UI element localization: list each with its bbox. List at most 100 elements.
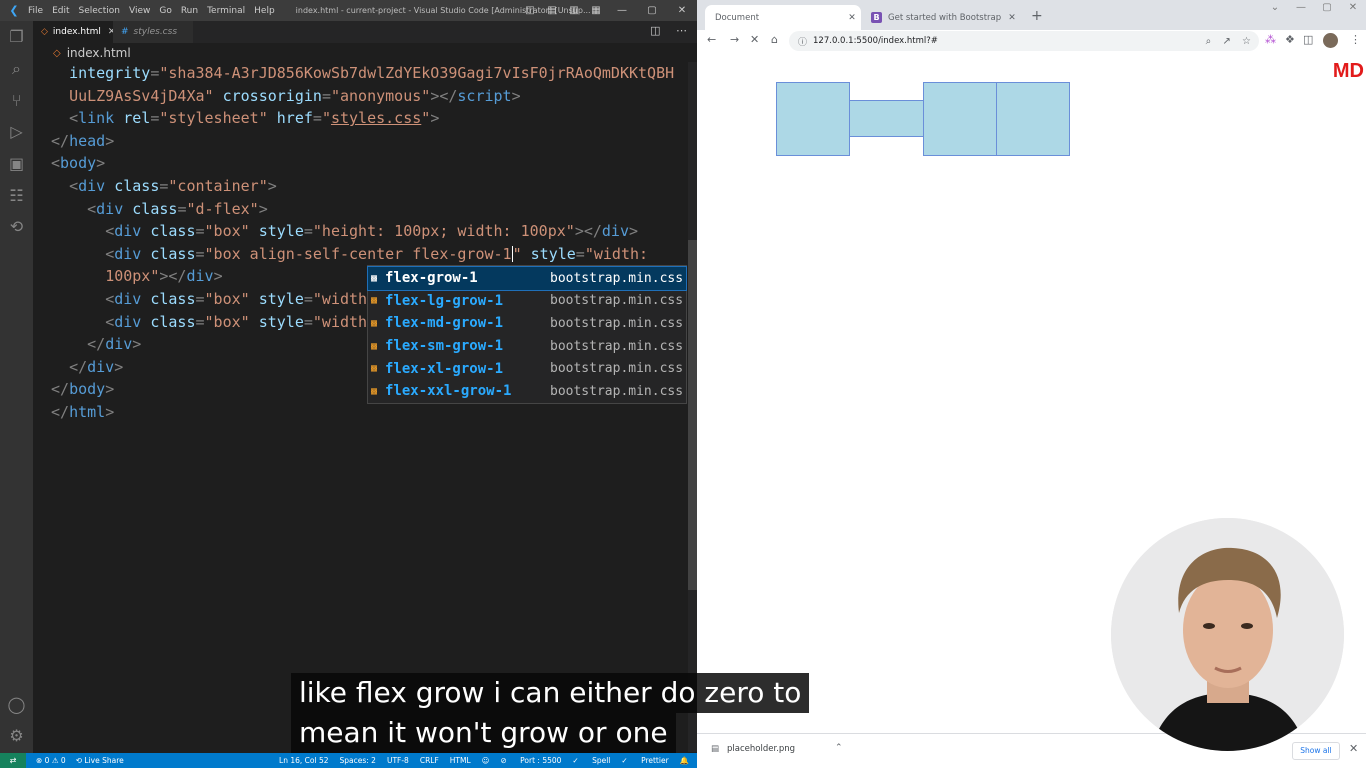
code-line[interactable]: <body> bbox=[51, 152, 105, 175]
layout-toggle-icon[interactable]: ◫ bbox=[519, 5, 541, 16]
show-all-button[interactable]: Show all bbox=[1292, 742, 1340, 760]
breadcrumb-file[interactable]: index.html bbox=[67, 46, 131, 60]
code-line[interactable]: 100px"></div> bbox=[51, 265, 222, 288]
code-line[interactable]: </body> bbox=[51, 378, 114, 401]
zoom-icon[interactable]: ⌕ bbox=[1206, 36, 1212, 47]
indentation[interactable]: Spaces: 2 bbox=[340, 756, 376, 765]
home-icon[interactable]: ⌂ bbox=[771, 33, 778, 46]
suggestion-item[interactable]: ▩ flex-xl-grow-1 bootstrap.min.css bbox=[368, 357, 686, 380]
maximize-button[interactable]: ▢ bbox=[1314, 2, 1340, 13]
run-debug-icon[interactable]: ▷ bbox=[0, 122, 33, 142]
customize-layout-icon[interactable]: ▦ bbox=[585, 5, 607, 16]
code-line[interactable]: UuLZ9AsSv4jD4Xa" crossorigin="anonymous"… bbox=[51, 85, 521, 108]
menu-run[interactable]: Run bbox=[181, 6, 198, 16]
code-line[interactable]: integrity="sha384-A3rJD856KowSb7dwlZdYEk… bbox=[51, 62, 674, 85]
presenter-image bbox=[1111, 518, 1344, 751]
port-label: Port : 5500 bbox=[520, 756, 562, 765]
cursor-position[interactable]: Ln 16, Col 52 bbox=[279, 756, 328, 765]
code-line[interactable]: <div class="box align-self-center flex-g… bbox=[51, 243, 648, 266]
tab-index-html[interactable]: ◇ index.html ✕ bbox=[33, 21, 115, 43]
url-text[interactable]: 127.0.0.1:5500/index.html?# bbox=[813, 36, 938, 46]
notifications-icon[interactable]: 🔔 bbox=[680, 756, 689, 765]
back-arrow-icon[interactable]: ← bbox=[707, 33, 716, 46]
port-indicator[interactable]: ⊘ Port : 5500 bbox=[500, 756, 561, 765]
account-icon[interactable]: ◯ bbox=[0, 695, 33, 715]
share-icon[interactable]: ↗ bbox=[1222, 36, 1230, 47]
code-line[interactable]: <div class="box" style="height: 100px; w… bbox=[51, 220, 638, 243]
prettier-indicator[interactable]: ✓ Prettier bbox=[621, 756, 668, 765]
extensions-icon[interactable]: ☷ bbox=[0, 186, 33, 206]
line-ending[interactable]: CRLF bbox=[420, 756, 439, 765]
source-control-icon[interactable]: ⑂ bbox=[0, 91, 33, 111]
problems-indicator[interactable]: ⊗ 0 ⚠ 0 bbox=[36, 756, 66, 765]
breadcrumb[interactable]: ◇ index.html bbox=[33, 43, 131, 63]
browser-tab-document[interactable]: Document ✕ bbox=[705, 5, 861, 30]
menu-edit[interactable]: Edit bbox=[52, 6, 69, 16]
code-line[interactable]: <div class="box" style="width bbox=[51, 288, 367, 311]
suggestion-item[interactable]: ▩ flex-sm-grow-1 bootstrap.min.css bbox=[368, 335, 686, 358]
close-tab-icon[interactable]: ✕ bbox=[1003, 13, 1021, 23]
live-share-icon[interactable]: ⟲ bbox=[0, 217, 33, 237]
suggestion-item[interactable]: ▩ flex-md-grow-1 bootstrap.min.css bbox=[368, 312, 686, 335]
live-share-button[interactable]: ⟲ Live Share bbox=[76, 756, 124, 765]
explorer-icon[interactable]: ❐ bbox=[0, 27, 33, 47]
close-tab-icon[interactable]: ✕ bbox=[843, 13, 861, 23]
code-line[interactable]: </head> bbox=[51, 130, 114, 153]
code-line[interactable]: </div> bbox=[51, 333, 141, 356]
encoding[interactable]: UTF-8 bbox=[387, 756, 409, 765]
side-panel-icon[interactable]: ◫ bbox=[1303, 33, 1313, 46]
profile-avatar[interactable] bbox=[1323, 33, 1338, 48]
menu-terminal[interactable]: Terminal bbox=[207, 6, 245, 16]
spell-indicator[interactable]: ✓ Spell bbox=[572, 756, 610, 765]
maximize-button[interactable]: ▢ bbox=[637, 5, 667, 16]
sidebar-toggle-icon[interactable]: ▥ bbox=[563, 5, 585, 16]
code-editor[interactable]: integrity = "sha384-A3rJD856KowSb7dwlZdYEk… bbox=[33, 62, 688, 752]
search-icon[interactable]: ⌕ bbox=[0, 59, 33, 79]
code-token: = bbox=[303, 222, 313, 241]
suggestion-item[interactable]: ▩ flex-xxl-grow-1 bootstrap.min.css bbox=[368, 380, 686, 403]
close-window-button[interactable]: ✕ bbox=[667, 5, 697, 16]
address-bar[interactable]: ⓘ 127.0.0.1:5500/index.html?# ⌕ ↗ ☆ bbox=[789, 31, 1259, 51]
forward-arrow-icon[interactable]: → bbox=[730, 33, 739, 46]
settings-gear-icon[interactable]: ⚙ bbox=[0, 726, 33, 746]
menu-selection[interactable]: Selection bbox=[79, 6, 120, 16]
code-line[interactable]: <div class="d-flex"> bbox=[51, 198, 268, 221]
tab-styles-css[interactable]: # styles.css bbox=[113, 21, 193, 43]
close-window-button[interactable]: ✕ bbox=[1340, 2, 1366, 13]
vscode-titlebar: ❮ File Edit Selection View Go Run Terminal Help… bbox=[0, 0, 697, 21]
code-line[interactable]: <link rel="stylesheet" href="styles.css"… bbox=[51, 107, 439, 130]
browser-tab-bootstrap[interactable]: B Get started with Bootstrap · Boot ✕ bbox=[861, 5, 1021, 30]
remote-explorer-icon[interactable]: ▣ bbox=[0, 154, 33, 174]
code-line[interactable]: </div> bbox=[51, 356, 123, 379]
bookmark-star-icon[interactable]: ☆ bbox=[1242, 36, 1251, 47]
more-menu-icon[interactable]: ⋮ bbox=[1350, 33, 1361, 46]
close-download-bar-icon[interactable]: ✕ bbox=[1349, 742, 1358, 755]
menu-go[interactable]: Go bbox=[159, 6, 171, 16]
language-mode[interactable]: HTML bbox=[450, 756, 471, 765]
new-tab-icon[interactable]: + bbox=[1031, 8, 1043, 24]
extensions-puzzle-icon[interactable]: ❖ bbox=[1285, 33, 1295, 46]
minimize-button[interactable]: — bbox=[1288, 2, 1314, 13]
code-line[interactable]: <div class="box" style="width bbox=[51, 311, 367, 334]
site-info-icon[interactable]: ⓘ bbox=[798, 35, 807, 48]
code-line[interactable]: </html> bbox=[51, 401, 114, 424]
minimize-button[interactable]: — bbox=[607, 5, 637, 16]
menu-file[interactable]: File bbox=[28, 6, 43, 16]
code-line[interactable]: <div class="container"> bbox=[51, 175, 277, 198]
remote-indicator-icon[interactable]: ⇄ bbox=[0, 753, 26, 768]
menu-view[interactable]: View bbox=[129, 6, 150, 16]
menu-help[interactable]: Help bbox=[254, 6, 275, 16]
tab-search-icon[interactable]: ⌄ bbox=[1262, 2, 1288, 13]
extension-icon[interactable]: ⁂ bbox=[1265, 33, 1276, 46]
editor-scrollbar-thumb[interactable] bbox=[688, 240, 697, 590]
suggestion-item[interactable]: ▩ flex-grow-1 bootstrap.min.css bbox=[367, 266, 687, 291]
feedback-icon[interactable]: ☺ bbox=[482, 756, 490, 765]
more-actions-icon[interactable]: ⋯ bbox=[676, 24, 687, 37]
stop-loading-icon[interactable]: ✕ bbox=[750, 33, 759, 46]
panel-toggle-icon[interactable]: ▤ bbox=[541, 5, 563, 16]
split-editor-icon[interactable]: ◫ bbox=[650, 24, 660, 37]
suggestion-item[interactable]: ▩ flex-lg-grow-1 bootstrap.min.css bbox=[368, 290, 686, 313]
